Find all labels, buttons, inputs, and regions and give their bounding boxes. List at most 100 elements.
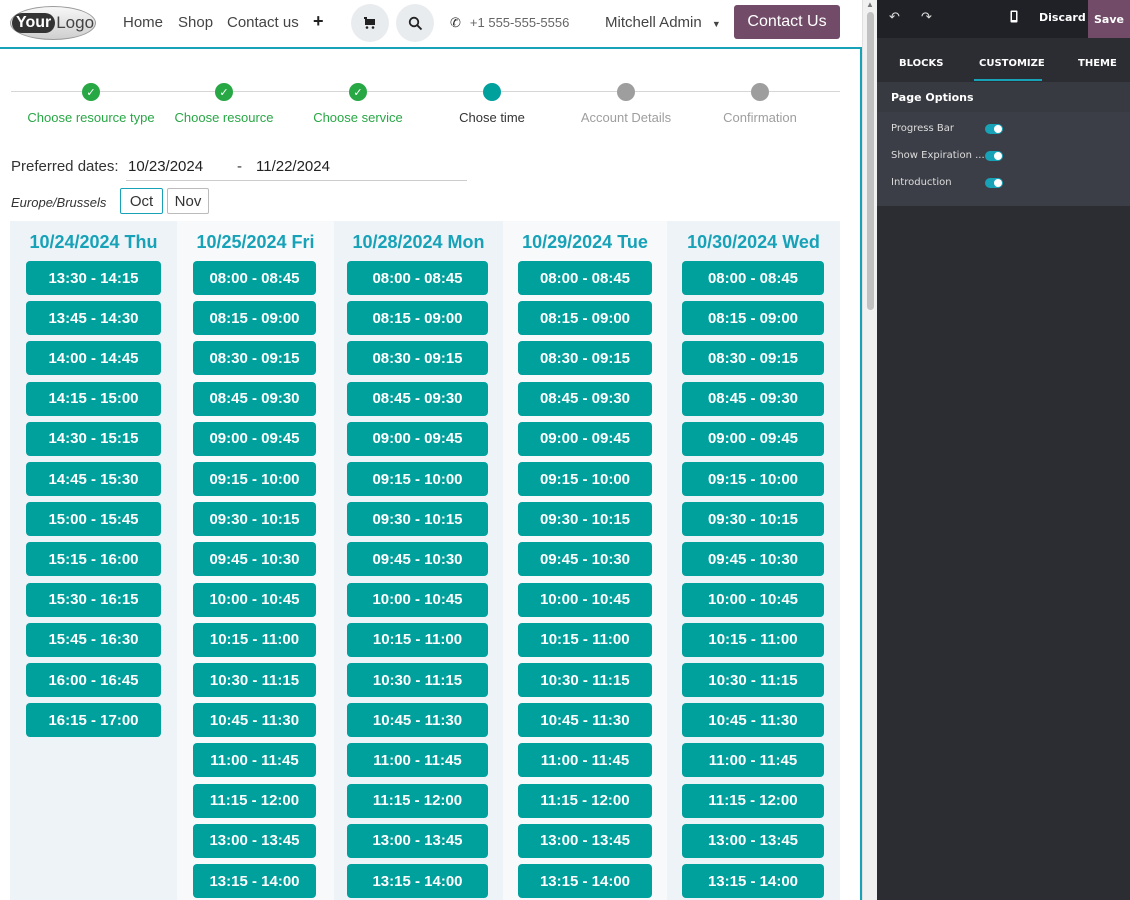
tab-theme[interactable]: THEME [1078,58,1117,69]
time-slot-button[interactable]: 13:00 - 13:45 [347,823,488,858]
time-slot-button[interactable]: 08:30 - 09:15 [193,341,316,376]
time-slot-button[interactable]: 09:30 - 10:15 [682,502,824,537]
time-slot-button[interactable]: 10:45 - 11:30 [682,703,824,738]
date-from-input[interactable]: 10/23/2024 [128,158,203,175]
time-slot-button[interactable]: 11:00 - 11:45 [347,743,488,778]
time-slot-button[interactable]: 15:30 - 16:15 [26,582,161,617]
time-slot-button[interactable]: 08:15 - 09:00 [193,301,316,336]
month-nov-button[interactable]: Nov [167,188,209,214]
date-to-input[interactable]: 11/22/2024 [256,158,330,175]
nav-shop[interactable]: Shop [178,14,213,31]
time-slot-button[interactable]: 09:15 - 10:00 [518,462,652,496]
time-slot-button[interactable]: 13:15 - 14:00 [518,864,652,898]
time-slot-button[interactable]: 11:15 - 12:00 [193,783,316,818]
time-slot-button[interactable]: 13:15 - 14:00 [682,864,824,898]
time-slot-button[interactable]: 15:15 - 16:00 [26,542,161,577]
site-logo[interactable]: Your Logo [10,6,96,40]
time-slot-button[interactable]: 08:15 - 09:00 [518,301,652,336]
tab-blocks[interactable]: BLOCKS [899,58,943,69]
time-slot-button[interactable]: 10:00 - 10:45 [347,582,488,617]
add-menu-icon[interactable]: + [313,11,324,32]
time-slot-button[interactable]: 09:30 - 10:15 [347,502,488,537]
time-slot-button[interactable]: 10:00 - 10:45 [193,582,316,617]
time-slot-button[interactable]: 10:15 - 11:00 [518,622,652,657]
time-slot-button[interactable]: 09:00 - 09:45 [347,421,488,456]
time-slot-button[interactable]: 11:15 - 12:00 [347,783,488,818]
scroll-up-icon[interactable]: ▲ [866,0,874,9]
time-slot-button[interactable]: 09:15 - 10:00 [193,462,316,496]
time-slot-button[interactable]: 13:30 - 14:15 [26,261,161,295]
time-slot-button[interactable]: 08:00 - 08:45 [682,261,824,295]
option-progress-bar-toggle[interactable] [985,124,1003,134]
time-slot-button[interactable]: 08:30 - 09:15 [347,341,488,376]
time-slot-button[interactable]: 09:00 - 09:45 [682,421,824,456]
search-icon[interactable] [396,4,434,42]
time-slot-button[interactable]: 08:30 - 09:15 [518,341,652,376]
tab-customize[interactable]: CUSTOMIZE [979,58,1045,69]
time-slot-button[interactable]: 15:00 - 15:45 [26,502,161,537]
undo-icon[interactable]: ↶ [889,10,900,25]
page-scrollbar[interactable]: ▲ [862,0,877,900]
option-show-expiration-toggle[interactable] [985,151,1003,161]
time-slot-button[interactable]: 10:30 - 11:15 [347,663,488,697]
month-oct-button[interactable]: Oct [120,188,163,214]
contact-us-button[interactable]: Contact Us [734,5,840,39]
time-slot-button[interactable]: 10:15 - 11:00 [682,622,824,657]
time-slot-button[interactable]: 10:45 - 11:30 [347,703,488,738]
time-slot-button[interactable]: 14:45 - 15:30 [26,462,161,496]
option-introduction-toggle[interactable] [985,178,1003,188]
time-slot-button[interactable]: 08:30 - 09:15 [682,341,824,376]
time-slot-button[interactable]: 10:00 - 10:45 [682,582,824,617]
time-slot-button[interactable]: 08:45 - 09:30 [193,381,316,416]
time-slot-button[interactable]: 10:30 - 11:15 [193,663,316,697]
phone-number[interactable]: ✆ +1 555-555-5556 [450,15,569,31]
time-slot-button[interactable]: 11:00 - 11:45 [682,743,824,778]
time-slot-button[interactable]: 08:15 - 09:00 [682,301,824,336]
time-slot-button[interactable]: 08:45 - 09:30 [518,381,652,416]
discard-button[interactable]: Discard [1039,11,1086,24]
cart-icon[interactable] [351,4,389,42]
time-slot-button[interactable]: 10:30 - 11:15 [682,663,824,697]
time-slot-button[interactable]: 10:15 - 11:00 [193,622,316,657]
user-menu[interactable]: Mitchell Admin ▼ [605,14,721,31]
time-slot-button[interactable]: 09:30 - 10:15 [518,502,652,537]
time-slot-button[interactable]: 08:45 - 09:30 [347,381,488,416]
time-slot-button[interactable]: 16:15 - 17:00 [26,703,161,738]
scrollbar-thumb[interactable] [867,12,874,310]
time-slot-button[interactable]: 11:15 - 12:00 [682,783,824,818]
time-slot-button[interactable]: 13:00 - 13:45 [193,823,316,858]
time-slot-button[interactable]: 13:45 - 14:30 [26,301,161,336]
time-slot-button[interactable]: 15:45 - 16:30 [26,622,161,657]
time-slot-button[interactable]: 08:00 - 08:45 [193,261,316,295]
time-slot-button[interactable]: 10:00 - 10:45 [518,582,652,617]
redo-icon[interactable]: ↷ [921,10,932,25]
time-slot-button[interactable]: 09:45 - 10:30 [518,542,652,577]
time-slot-button[interactable]: 09:00 - 09:45 [193,421,316,456]
time-slot-button[interactable]: 13:00 - 13:45 [518,823,652,858]
mobile-preview-icon[interactable] [1010,10,1018,27]
time-slot-button[interactable]: 09:45 - 10:30 [347,542,488,577]
time-slot-button[interactable]: 13:15 - 14:00 [193,864,316,898]
time-slot-button[interactable]: 14:00 - 14:45 [26,341,161,376]
time-slot-button[interactable]: 10:15 - 11:00 [347,622,488,657]
time-slot-button[interactable]: 14:15 - 15:00 [26,381,161,416]
time-slot-button[interactable]: 08:00 - 08:45 [347,261,488,295]
time-slot-button[interactable]: 08:00 - 08:45 [518,261,652,295]
time-slot-button[interactable]: 13:15 - 14:00 [347,864,488,898]
time-slot-button[interactable]: 11:00 - 11:45 [518,743,652,778]
time-slot-button[interactable]: 09:45 - 10:30 [682,542,824,577]
save-button[interactable]: Save [1088,0,1130,38]
time-slot-button[interactable]: 09:45 - 10:30 [193,542,316,577]
time-slot-button[interactable]: 10:45 - 11:30 [193,703,316,738]
time-slot-button[interactable]: 09:15 - 10:00 [347,462,488,496]
nav-home[interactable]: Home [123,14,163,31]
time-slot-button[interactable]: 08:15 - 09:00 [347,301,488,336]
time-slot-button[interactable]: 09:15 - 10:00 [682,462,824,496]
time-slot-button[interactable]: 11:00 - 11:45 [193,743,316,778]
time-slot-button[interactable]: 11:15 - 12:00 [518,783,652,818]
nav-contact[interactable]: Contact us [227,14,299,31]
time-slot-button[interactable]: 14:30 - 15:15 [26,421,161,456]
time-slot-button[interactable]: 09:00 - 09:45 [518,421,652,456]
time-slot-button[interactable]: 16:00 - 16:45 [26,663,161,697]
time-slot-button[interactable]: 13:00 - 13:45 [682,823,824,858]
